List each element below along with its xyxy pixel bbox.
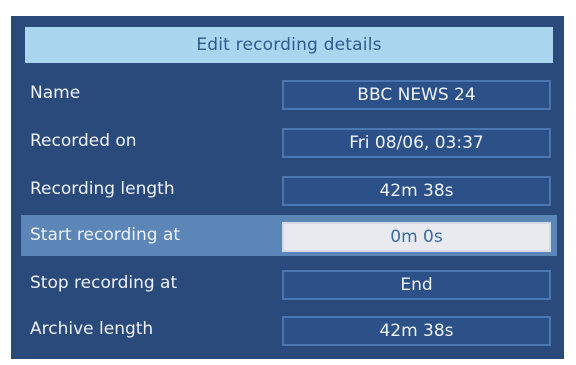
name-field[interactable]: BBC NEWS 24 xyxy=(282,80,551,110)
row-name[interactable]: Name BBC NEWS 24 xyxy=(21,73,557,114)
dialog-title: Edit recording details xyxy=(25,27,553,63)
recording-length-label: Recording length xyxy=(30,179,175,199)
stop-recording-at-field[interactable]: End xyxy=(282,270,551,300)
recording-length-field[interactable]: 42m 38s xyxy=(282,176,551,206)
start-recording-at-field[interactable]: 0m 0s xyxy=(282,222,551,252)
start-recording-at-label: Start recording at xyxy=(30,225,181,245)
stop-recording-at-label: Stop recording at xyxy=(30,273,178,293)
name-label: Name xyxy=(30,83,81,103)
row-archive-length[interactable]: Archive length 42m 38s xyxy=(21,309,557,350)
archive-length-field[interactable]: 42m 38s xyxy=(282,316,551,346)
recorded-on-field[interactable]: Fri 08/06, 03:37 xyxy=(282,128,551,158)
row-recorded-on[interactable]: Recorded on Fri 08/06, 03:37 xyxy=(21,121,557,162)
row-stop-recording-at[interactable]: Stop recording at End xyxy=(21,263,557,304)
archive-length-label: Archive length xyxy=(30,319,154,339)
recorded-on-label: Recorded on xyxy=(30,131,137,151)
row-start-recording-at[interactable]: Start recording at 0m 0s xyxy=(21,215,557,256)
edit-recording-dialog: Edit recording details Name BBC NEWS 24 … xyxy=(11,16,564,359)
row-recording-length[interactable]: Recording length 42m 38s xyxy=(21,169,557,210)
